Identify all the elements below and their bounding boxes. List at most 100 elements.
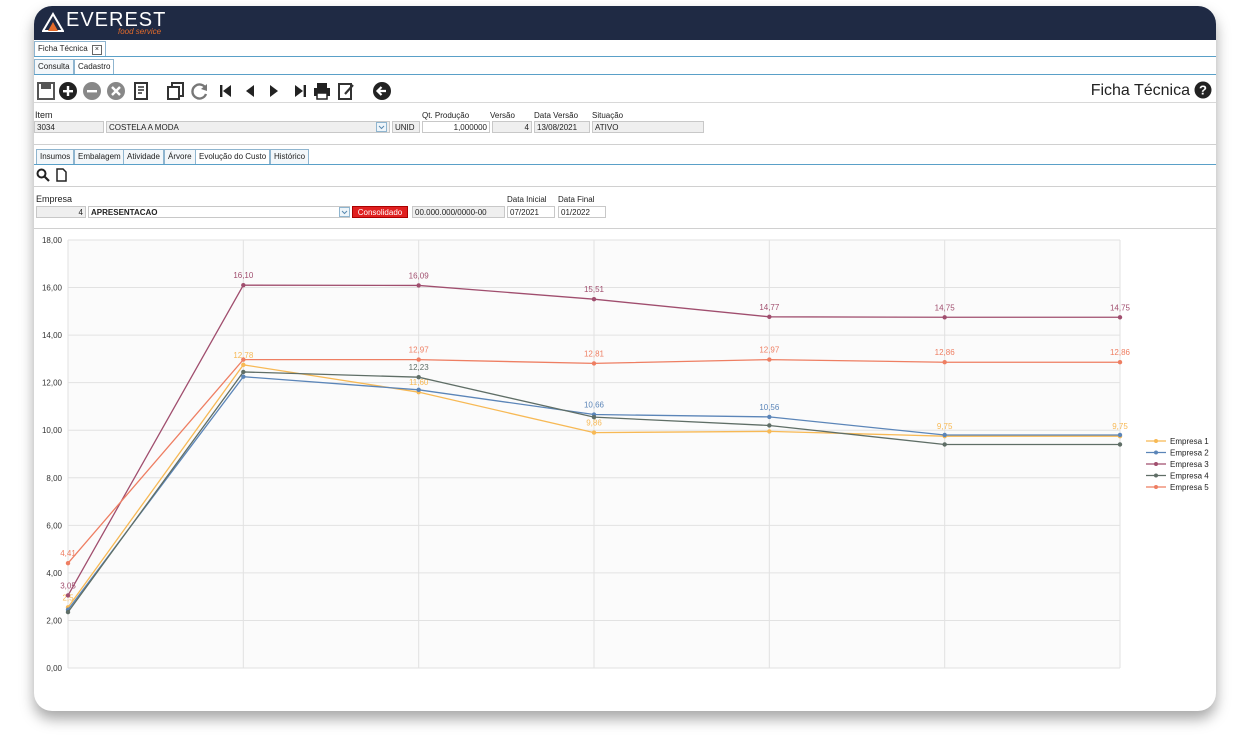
data-final-field[interactable]: 01/2022 xyxy=(558,206,606,218)
data-point xyxy=(942,442,947,447)
data-label: 12,86 xyxy=(935,348,956,357)
search-icon[interactable] xyxy=(36,168,50,182)
empresa-name: APRESENTACAO xyxy=(91,208,158,217)
window-tab-bar: Ficha Técnica × xyxy=(34,40,1216,57)
tab-atividade[interactable]: Atividade xyxy=(123,149,164,164)
y-tick-label: 0,00 xyxy=(46,664,62,673)
chevron-down-icon xyxy=(341,210,348,215)
data-label: 11,60 xyxy=(409,378,429,387)
y-tick-label: 12,00 xyxy=(42,379,63,388)
item-dropdown-button[interactable] xyxy=(376,122,387,132)
tab-label: Histórico xyxy=(274,152,306,161)
data-point xyxy=(767,423,772,428)
edit-document-icon[interactable] xyxy=(336,81,356,101)
data-label: 12,86 xyxy=(1110,348,1131,357)
item-label: Item xyxy=(35,110,53,120)
help-icon[interactable]: ? xyxy=(1194,81,1212,99)
legend-label: Empresa 5 xyxy=(1170,483,1209,492)
item-code-field[interactable]: 3034 xyxy=(34,121,104,133)
app-window: EVEREST food service Ficha Técnica × Con… xyxy=(34,6,1216,711)
versao-field: 4 xyxy=(492,121,532,133)
legend-marker xyxy=(1154,462,1158,466)
logo-subtitle: food service xyxy=(118,27,162,36)
data-label: 3,05 xyxy=(60,581,76,590)
data-label: 15,51 xyxy=(584,285,605,294)
y-tick-label: 6,00 xyxy=(46,521,62,530)
new-document-icon[interactable] xyxy=(54,168,68,182)
data-label: 12,97 xyxy=(409,346,430,355)
data-inicial-field[interactable]: 07/2021 xyxy=(507,206,555,218)
remove-icon[interactable] xyxy=(82,81,102,101)
tab-insumos[interactable]: Insumos xyxy=(36,149,75,164)
tab-consulta[interactable]: Consulta xyxy=(34,59,74,74)
y-tick-label: 14,00 xyxy=(42,331,63,340)
copy-icon[interactable] xyxy=(166,81,186,101)
cnpj-field: 00.000.000/0000-00 xyxy=(412,206,505,218)
chart-divider xyxy=(34,228,1216,229)
tab-cadastro[interactable]: Cadastro xyxy=(74,59,115,74)
situacao-label: Situação xyxy=(592,111,624,120)
y-tick-label: 16,00 xyxy=(42,284,63,293)
qt-producao-field[interactable]: 1,000000 xyxy=(422,121,490,133)
mountain-logo-icon xyxy=(42,12,64,32)
filter-divider xyxy=(34,186,1216,187)
data-label: 14,75 xyxy=(1110,303,1131,312)
data-point xyxy=(65,593,71,598)
data-label: 14,77 xyxy=(759,303,780,312)
data-point xyxy=(416,283,421,288)
data-point xyxy=(767,429,772,434)
tab-arvore[interactable]: Árvore xyxy=(164,149,196,164)
legend-marker xyxy=(1154,473,1158,478)
consolidado-badge[interactable]: Consolidado xyxy=(352,206,408,218)
data-point xyxy=(416,357,421,362)
data-label: 12,23 xyxy=(409,363,430,372)
data-label: 9,75 xyxy=(937,422,953,431)
last-record-icon[interactable] xyxy=(290,81,310,101)
detail-tab-bar: Insumos Embalagem Atividade Árvore Evolu… xyxy=(34,148,1216,165)
data-point xyxy=(591,297,597,302)
next-record-icon[interactable] xyxy=(264,81,284,101)
y-tick-label: 18,00 xyxy=(42,236,63,245)
data-point xyxy=(241,369,246,375)
empresa-dropdown-button[interactable] xyxy=(339,207,350,217)
tab-label: Consulta xyxy=(38,62,70,71)
data-point xyxy=(1117,442,1123,447)
close-icon[interactable]: × xyxy=(91,45,102,55)
data-point xyxy=(942,432,947,438)
legend-label: Empresa 4 xyxy=(1170,472,1209,481)
tab-embalagem[interactable]: Embalagem xyxy=(74,149,125,164)
add-icon[interactable] xyxy=(58,81,78,101)
back-icon[interactable] xyxy=(372,81,392,101)
tab-historico[interactable]: Histórico xyxy=(270,149,310,164)
data-point xyxy=(942,315,947,320)
first-record-icon[interactable] xyxy=(216,81,236,101)
report-icon[interactable] xyxy=(132,81,152,101)
tab-label: Atividade xyxy=(127,152,160,161)
tab-label: Ficha Técnica xyxy=(38,44,88,53)
data-final-label: Data Final xyxy=(558,195,595,204)
legend-marker xyxy=(1154,485,1158,489)
cancel-icon[interactable] xyxy=(106,81,126,101)
section-divider xyxy=(34,144,1216,145)
data-point xyxy=(416,374,421,380)
data-label: 10,56 xyxy=(759,403,780,412)
legend-marker xyxy=(1154,450,1158,455)
refresh-icon[interactable] xyxy=(190,81,210,101)
data-point xyxy=(416,387,421,392)
data-point xyxy=(767,357,772,362)
data-label: 16,09 xyxy=(409,271,430,280)
data-label: 4,41 xyxy=(60,549,76,558)
tab-ficha-tecnica[interactable]: Ficha Técnica × xyxy=(34,41,106,56)
data-point xyxy=(767,414,772,420)
svg-text:?: ? xyxy=(1199,83,1207,98)
print-icon[interactable] xyxy=(312,81,332,101)
data-label: 10,66 xyxy=(584,401,605,410)
previous-record-icon[interactable] xyxy=(240,81,260,101)
tab-evolucao-do-custo[interactable]: Evolução do Custo xyxy=(195,149,271,164)
tab-label: Árvore xyxy=(168,152,192,161)
app-header: EVEREST food service xyxy=(34,6,1216,40)
empresa-name-field[interactable]: APRESENTACAO xyxy=(88,206,350,218)
save-icon[interactable] xyxy=(36,81,56,101)
empresa-code-field[interactable]: 4 xyxy=(36,206,86,218)
item-description-field[interactable]: COSTELA A MODA xyxy=(106,121,390,133)
